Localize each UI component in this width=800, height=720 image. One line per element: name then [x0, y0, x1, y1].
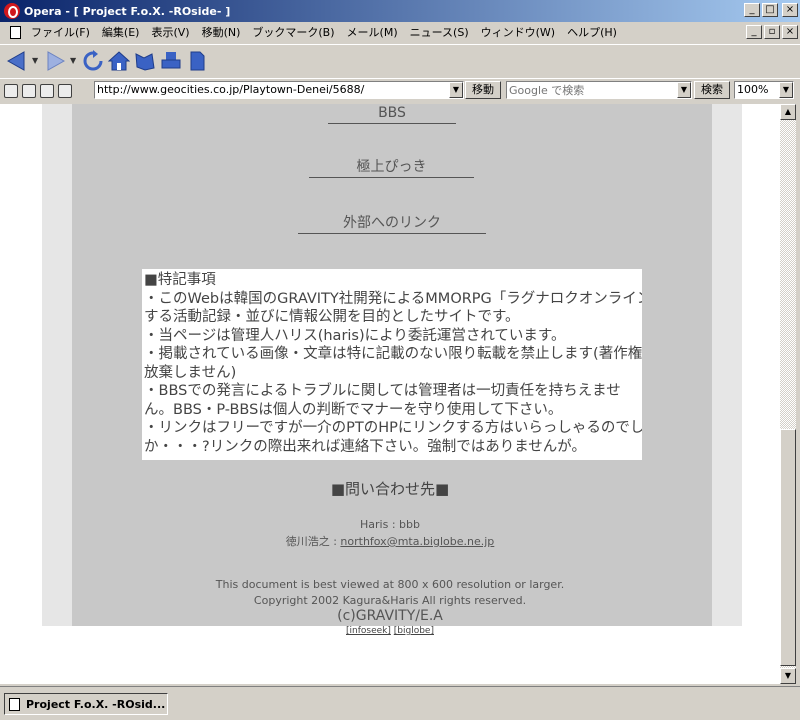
contact-title: ■問い合わせ先■ [330, 480, 450, 498]
footer-links: [infoseek] [biglobe] [0, 626, 780, 636]
url-dropdown-icon[interactable]: ▼ [449, 82, 463, 98]
mdi-restore-button[interactable]: ▫ [764, 25, 780, 39]
menu-navigate[interactable]: 移動(N) [196, 24, 247, 40]
notice-line: か・・・?リンクの際出来れば連絡下さい。強制ではありませんが。 [144, 438, 586, 455]
contact-email-link[interactable]: northfox@mta.biglobe.ne.jp [340, 535, 494, 548]
notice-line: ・このWebは韓国のGRAVITY社開発によるMMORPG「ラグナロクオンライン… [144, 290, 642, 307]
vertical-scrollbar[interactable]: ▲ ▼ [780, 104, 796, 684]
reload-icon[interactable] [82, 49, 104, 72]
notice-line: ・リンクはフリーですが一介のPTのHPにリンクする方はいらっしゃるのでしょう [144, 420, 642, 436]
scroll-up-icon[interactable]: ▲ [780, 104, 796, 120]
document-icon [9, 697, 20, 711]
zoom-value: 100% [737, 83, 769, 96]
notice-line: ・BBSでの発言によるトラブルに関しては管理者は一切責任を持ちえませ [144, 383, 621, 399]
notice-line: 放棄しません) [144, 364, 237, 381]
forward-icon[interactable] [44, 50, 66, 72]
home-icon[interactable] [108, 50, 130, 72]
hotlist-icon[interactable] [134, 50, 156, 72]
page-icon[interactable] [40, 83, 54, 98]
print-preview-icon[interactable] [58, 83, 72, 98]
mdi-minimize-button[interactable]: _ [746, 25, 762, 39]
contact-tokugawa-label: 徳川浩之 : [285, 535, 341, 548]
zoom-select[interactable]: 100% ▼ [734, 81, 794, 99]
copyright: Copyright 2002 Kagura&Haris All rights r… [253, 594, 527, 607]
page-tab-bar: Project F.o.X. -ROsid... [0, 686, 800, 720]
window-title: Opera - [ Project F.o.X. -ROside- ] [24, 4, 231, 18]
security-icon[interactable] [4, 83, 18, 98]
notice-line: ・掲載されている画像・文章は特に記載のない限り転載を禁止します(著作権を [144, 346, 642, 362]
go-button[interactable]: 移動 [465, 81, 501, 99]
menu-edit[interactable]: 編集(E) [96, 24, 146, 40]
back-icon[interactable] [6, 50, 28, 72]
back-history-dropdown-icon[interactable]: ▼ [32, 56, 40, 65]
menu-mail[interactable]: メール(M) [341, 24, 404, 40]
notice-line: する活動記録・並びに情報公開を目的としたサイトです。 [144, 309, 520, 325]
menu-bar: ファイル(F) 編集(E) 表示(V) 移動(N) ブックマーク(B) メール(… [0, 22, 800, 42]
minimize-button[interactable]: _ [744, 3, 760, 17]
page-viewport: BBS 極上ぴっき 外部へのリンク ■特記事項 ・このWebは韓国のGRAVIT… [0, 104, 780, 684]
title-bar: Opera - [ Project F.o.X. -ROside- ] _ □ … [0, 0, 800, 22]
scroll-down-icon[interactable]: ▼ [780, 668, 796, 684]
search-box: ▼ [506, 81, 692, 99]
contact-haris: Haris : bbb [360, 518, 420, 531]
navigation-toolbar: ▼ ▼ [0, 44, 800, 76]
nav-link-gokujo-pikki[interactable]: 極上ぴっき [309, 158, 474, 178]
address-bar: http://www.geocities.co.jp/Playtown-Dene… [0, 78, 800, 102]
menu-window[interactable]: ウィンドウ(W) [475, 24, 561, 40]
nav-link-external-links[interactable]: 外部へのリンク [298, 214, 486, 234]
camera-icon[interactable] [22, 83, 36, 98]
menu-file[interactable]: ファイル(F) [25, 24, 96, 40]
mdi-controls: _ ▫ × [746, 25, 798, 39]
search-dropdown-icon[interactable]: ▼ [677, 82, 691, 98]
gravity-credit: (c)GRAVITY/E.A [337, 608, 443, 624]
menu-bookmarks[interactable]: ブックマーク(B) [246, 24, 340, 40]
zoom-dropdown-icon[interactable]: ▼ [779, 82, 793, 98]
contact-tokugawa: 徳川浩之 : northfox@mta.biglobe.ne.jp [0, 533, 780, 549]
biglobe-link[interactable]: [biglobe] [394, 626, 434, 636]
search-button[interactable]: 検索 [694, 81, 730, 99]
nav-link-bbs[interactable]: BBS [328, 104, 456, 124]
forward-history-dropdown-icon[interactable]: ▼ [70, 56, 78, 65]
maximize-button[interactable]: □ [762, 3, 778, 17]
window-controls: _ □ × [744, 3, 798, 17]
menu-help[interactable]: ヘルプ(H) [561, 24, 623, 40]
infoseek-link[interactable]: [infoseek] [346, 626, 391, 636]
notice-line: ■特記事項 [144, 272, 216, 288]
notice-box: ■特記事項 ・このWebは韓国のGRAVITY社開発によるMMORPG「ラグナロ… [142, 269, 642, 460]
opera-logo-icon [4, 3, 20, 19]
close-button[interactable]: × [782, 3, 798, 17]
mdi-close-button[interactable]: × [782, 25, 798, 39]
url-input[interactable]: http://www.geocities.co.jp/Playtown-Dene… [94, 81, 464, 99]
document-icon[interactable] [186, 50, 208, 72]
menu-news[interactable]: ニュース(S) [404, 24, 475, 40]
url-text: http://www.geocities.co.jp/Playtown-Dene… [97, 83, 365, 96]
document-icon [10, 25, 21, 39]
tab-label: Project F.o.X. -ROsid... [26, 697, 166, 711]
print-icon[interactable] [160, 50, 182, 72]
notice-line: ん。BBS・P-BBSは個人の判断でマナーを守り使用して下さい。 [144, 401, 563, 418]
viewed-note: This document is best viewed at 800 x 60… [215, 578, 565, 591]
notice-line: ・当ページは管理人ハリス(haris)により委託運営されています。 [144, 327, 566, 344]
tab-project-fox[interactable]: Project F.o.X. -ROsid... [4, 693, 168, 715]
menu-view[interactable]: 表示(V) [145, 24, 195, 40]
scroll-thumb[interactable] [780, 429, 796, 666]
search-input[interactable] [507, 82, 675, 98]
